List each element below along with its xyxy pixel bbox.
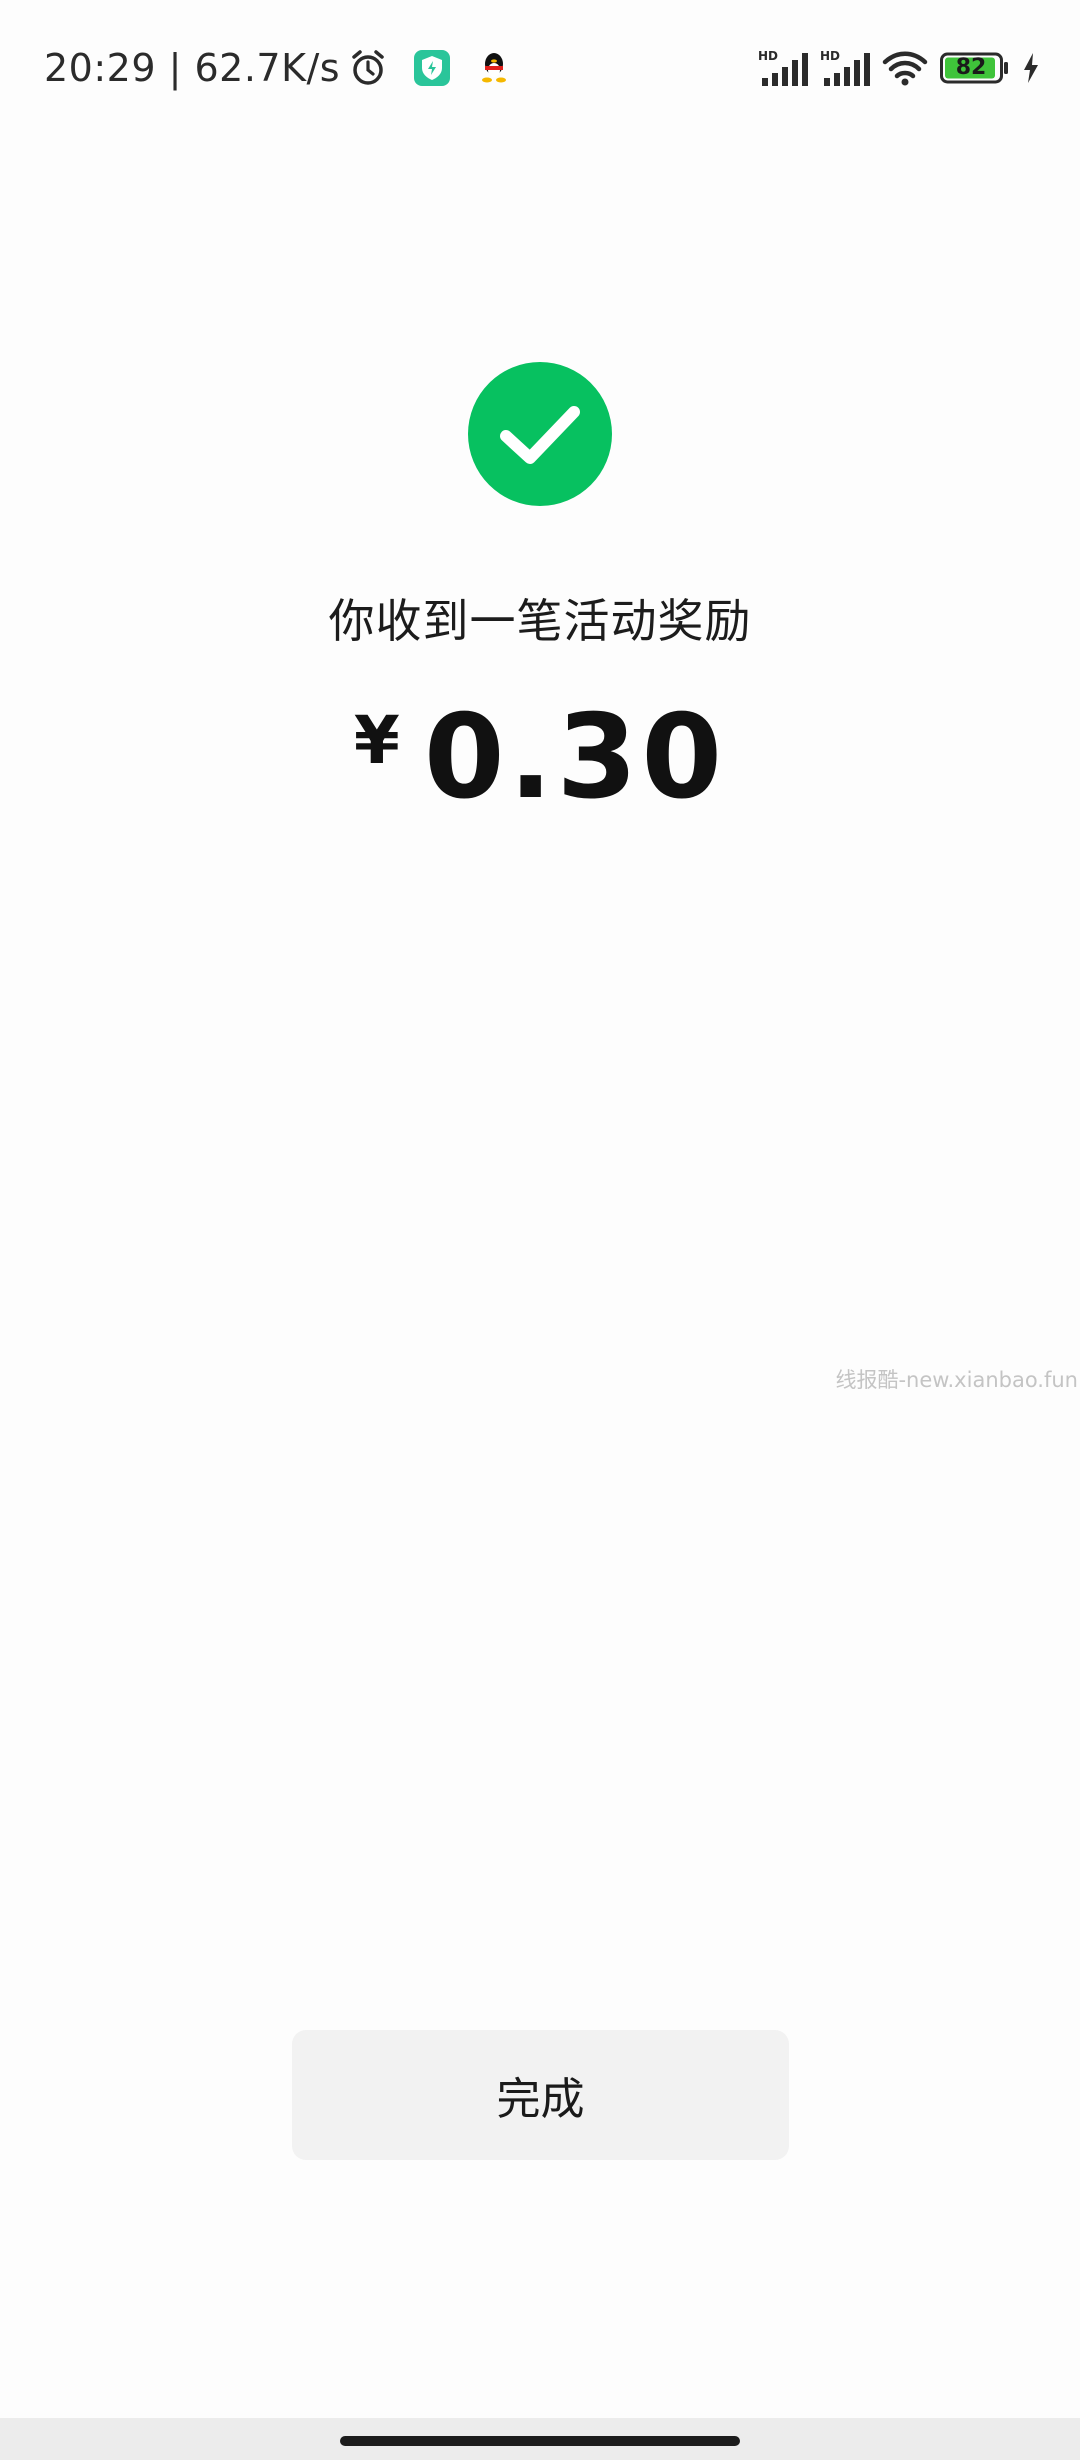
signal-1-label: HD	[758, 49, 778, 63]
status-bar: 20:29 | 62.7K/s HD HD 82	[0, 0, 1080, 135]
signal-icon: HD	[820, 48, 870, 88]
battery-level: 82	[955, 55, 987, 80]
alarm-icon	[348, 48, 388, 88]
status-right: HD HD 82	[758, 40, 1040, 96]
qq-penguin-icon	[478, 50, 510, 86]
signal-2-label: HD	[820, 49, 840, 63]
status-time-speed: 20:29 | 62.7K/s	[44, 46, 341, 90]
reward-amount: ¥0.30	[0, 690, 1080, 825]
battery-icon: 82	[940, 52, 1010, 84]
reward-title: 你收到一笔活动奖励	[328, 594, 752, 648]
signal-icon: HD	[758, 48, 808, 88]
charging-icon	[1022, 52, 1040, 84]
status-left: 20:29 | 62.7K/s	[44, 40, 510, 96]
currency-symbol: ¥	[353, 702, 400, 779]
home-indicator[interactable]	[340, 2436, 740, 2446]
watermark: 线报酷-new.xianbao.fun	[835, 1368, 1078, 1392]
wifi-icon	[882, 50, 928, 86]
success-check-icon	[468, 362, 612, 506]
shield-app-icon	[414, 50, 451, 86]
done-button[interactable]: 完成	[292, 2030, 789, 2160]
amount-value: 0.30	[423, 690, 727, 825]
